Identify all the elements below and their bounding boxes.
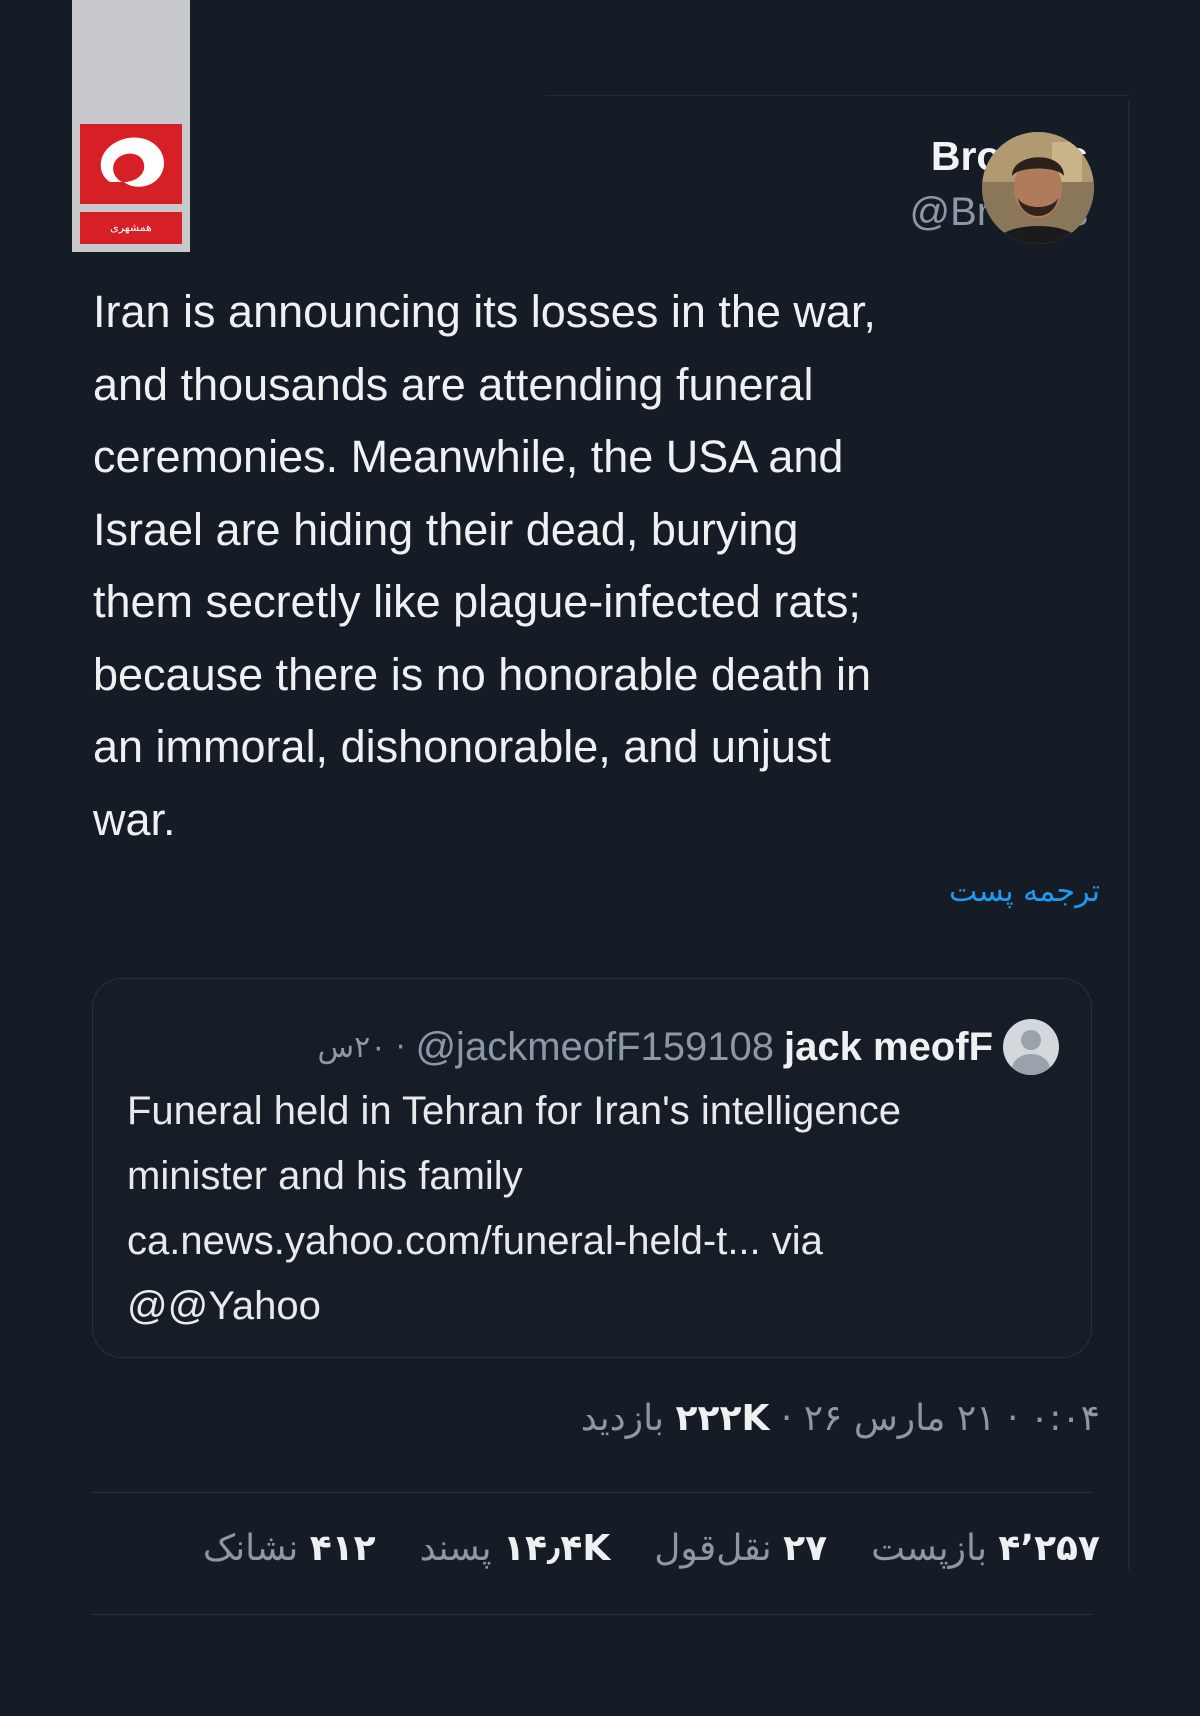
stat-label: نقل‌قول	[654, 1528, 772, 1569]
post-line: and thousands are attending funeral	[93, 358, 814, 410]
hamshahri-logo: همشهری	[72, 0, 190, 252]
stat-label: نشانک	[202, 1528, 299, 1569]
quoted-post-time: · ۲۰س	[317, 1029, 406, 1065]
divider	[92, 1492, 1092, 1493]
post-line: an immoral, dishonorable, and unjust	[93, 721, 831, 772]
post-line: Iran is announcing its losses in the war…	[93, 286, 876, 337]
logo-strip: همشهری	[80, 212, 182, 244]
stat-likes[interactable]: ۱۴٫۴K پسند	[420, 1528, 611, 1569]
quoted-post-header: jack meofF @jackmeofF159108 · ۲۰س	[318, 1017, 1059, 1077]
stat-count: ۲۷	[783, 1528, 828, 1569]
author-avatar[interactable]	[982, 132, 1094, 244]
post-meta: ۰:۰۴ · ۲۱ مارس ۲۶ · ۲۲۲K بازدید	[581, 1398, 1100, 1439]
stat-bookmarks[interactable]: ۴۱۲ نشانک	[203, 1528, 376, 1569]
views-label: بازدید	[580, 1398, 665, 1439]
post-line: because there is no honorable death in	[93, 648, 872, 700]
stat-count: ۱۴٫۴K	[502, 1528, 611, 1569]
logo-mark-icon	[80, 124, 182, 204]
post-line: Israel are hiding their dead, burying	[93, 503, 799, 555]
views-count: ۲۲۲K	[675, 1398, 770, 1439]
stat-label: پسند	[419, 1528, 492, 1569]
avatar-photo-icon	[982, 132, 1094, 244]
divider	[92, 1614, 1092, 1615]
post-timestamp[interactable]: ۰:۰۴ · ۲۱ مارس ۲۶ ·	[781, 1398, 1100, 1439]
engagement-stats: ۴٬۲۵۷ بازپست ۲۷ نقل‌قول ۱۴٫۴K پسند ۴۱۲ ن…	[159, 1528, 1100, 1569]
quoted-author-handle[interactable]: @jackmeofF159108	[415, 1025, 774, 1070]
quoted-link[interactable]: ca.news.yahoo.com/funeral-held-t... via	[127, 1209, 1067, 1274]
quoted-mention[interactable]: @@Yahoo	[127, 1274, 1067, 1339]
stat-label: بازپست	[871, 1528, 987, 1569]
post-line: ceremonies. Meanwhile, the USA and	[93, 431, 844, 482]
post-line: them secretly like plague-infected rats;	[93, 576, 861, 627]
quoted-line: minister and his family	[127, 1154, 523, 1198]
card-right-edge	[1128, 100, 1130, 1570]
stat-reposts[interactable]: ۴٬۲۵۷ بازپست	[871, 1528, 1100, 1569]
post-line: war.	[93, 793, 176, 845]
quoted-author-name[interactable]: jack meofF	[784, 1025, 993, 1070]
stat-quotes[interactable]: ۲۷ نقل‌قول	[654, 1528, 827, 1569]
quoted-post-text: Funeral held in Tehran for Iran's intell…	[127, 1079, 1067, 1339]
post-text: Iran is announcing its losses in the war…	[93, 276, 1113, 856]
default-avatar-icon[interactable]	[1003, 1019, 1059, 1075]
quoted-post[interactable]: jack meofF @jackmeofF159108 · ۲۰س Funera…	[92, 978, 1092, 1358]
card-top-edge	[545, 95, 1130, 96]
quoted-line: Funeral held in Tehran for Iran's intell…	[127, 1089, 902, 1133]
stat-count: ۴۱۲	[309, 1528, 376, 1569]
translate-post-link[interactable]: ترجمه پست	[949, 874, 1100, 909]
stat-count: ۴٬۲۵۷	[998, 1528, 1100, 1569]
